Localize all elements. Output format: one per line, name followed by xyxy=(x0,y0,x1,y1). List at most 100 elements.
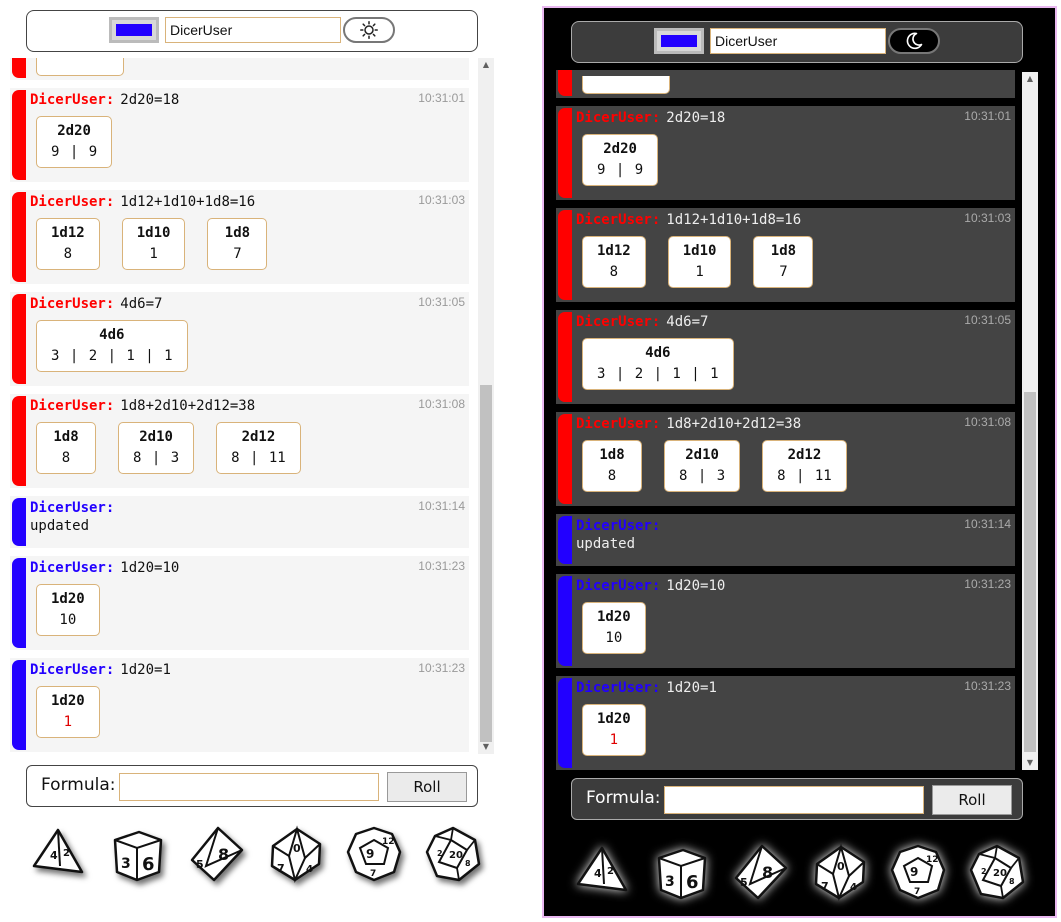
message-username: DicerUser: xyxy=(30,398,115,414)
message-timestamp: 10:31:03 xyxy=(418,193,465,207)
scroll-up-arrow-icon[interactable]: ▲ xyxy=(478,58,494,72)
message-color-bar xyxy=(558,312,572,402)
dice-result-card: 1d10 1 xyxy=(121,218,186,270)
message-item: DicerUser: 1d20=10 10:31:23 1d20 10 xyxy=(556,574,1015,668)
message-color-bar xyxy=(558,576,572,666)
d12-icon[interactable]: 9 12 7 xyxy=(346,826,402,882)
svg-text:7: 7 xyxy=(914,887,920,897)
message-color-bar xyxy=(12,90,26,180)
dice-result-values: 8 xyxy=(607,468,617,484)
message-username: DicerUser: xyxy=(576,680,661,696)
message-item: DicerUser: 1d12+1d10+1d8=16 10:31:03 1d12 8 1… xyxy=(556,208,1015,302)
username-input[interactable] xyxy=(165,17,341,43)
dice-result-card: 4d6 3 | 2 | 1 | 1 xyxy=(582,338,734,390)
dice-results-row: 1d12 8 1d10 1 1d8 7 xyxy=(582,236,814,288)
roll-log-scrollbar[interactable]: ▲ ▼ xyxy=(1022,72,1038,770)
message-formula-result: 4d6=7 xyxy=(120,296,163,312)
dice-result-title: 1d12 xyxy=(51,225,85,241)
svg-text:6: 6 xyxy=(686,872,699,893)
dice-result-card: 1d10 1 xyxy=(667,236,732,288)
svg-text:2: 2 xyxy=(607,866,614,877)
svg-text:5: 5 xyxy=(196,858,204,871)
message-color-bar xyxy=(12,294,26,384)
d8-icon[interactable]: 58 xyxy=(188,826,244,882)
message-timestamp: 10:31:08 xyxy=(418,397,465,411)
message-formula-result: 1d8+2d10+2d12=38 xyxy=(666,416,802,432)
roll-button[interactable]: Roll xyxy=(932,785,1012,815)
formula-input[interactable] xyxy=(664,786,924,814)
message-line: DicerUser: 1d20=10 xyxy=(30,560,179,576)
svg-text:7: 7 xyxy=(277,862,285,875)
dice-results-row: 1d12 8 1d10 1 1d8 7 xyxy=(36,218,268,270)
dice-result-title: 2d12 xyxy=(241,429,276,445)
message-color-bar xyxy=(558,70,572,96)
roll-log-scrollbar[interactable]: ▲ ▼ xyxy=(478,58,494,754)
message-line: DicerUser: 1d20=1 xyxy=(30,662,171,678)
roll-log[interactable]: DicerUser: 2d20=18 10:31:01 2d20 9 | 9 DicerU… xyxy=(10,58,471,754)
svg-text:20: 20 xyxy=(993,868,1007,879)
d6-icon[interactable]: 36 xyxy=(109,826,165,882)
dice-result-card: 1d8 8 xyxy=(582,440,642,492)
d4-icon[interactable]: 42 xyxy=(574,844,630,900)
message-item: DicerUser: 1d12+1d10+1d8=16 10:31:03 1d12 8 1… xyxy=(10,190,469,284)
message-timestamp: 10:31:14 xyxy=(964,517,1011,531)
dice-result-values: 8 | 11 xyxy=(777,468,832,484)
message-username: DicerUser: xyxy=(30,92,115,108)
message-formula-result: 1d20=10 xyxy=(666,578,726,594)
message-username: DicerUser: xyxy=(576,314,661,330)
d4-icon[interactable]: 42 xyxy=(30,826,86,882)
d8-icon[interactable]: 58 xyxy=(732,844,788,900)
scroll-down-arrow-icon[interactable]: ▼ xyxy=(1022,756,1038,770)
svg-text:5: 5 xyxy=(740,876,748,889)
d10-icon[interactable]: 07 4 xyxy=(267,825,323,884)
dice-result-title: 1d12 xyxy=(597,243,631,259)
user-color-picker[interactable] xyxy=(109,17,159,43)
d6-icon[interactable]: 36 xyxy=(653,844,709,900)
dice-result-title: 1d20 xyxy=(597,711,631,727)
roll-log[interactable]: DicerUser: 2d20=18 10:31:01 2d20 9 | 9 DicerU… xyxy=(556,70,1015,770)
message-formula-result: 1d20=10 xyxy=(120,560,180,576)
scrollbar-thumb[interactable] xyxy=(1024,392,1036,752)
svg-text:4: 4 xyxy=(850,882,857,893)
scrollbar-thumb[interactable] xyxy=(480,385,492,742)
message-line: DicerUser: 2d20=18 xyxy=(576,110,725,126)
theme-toggle[interactable] xyxy=(343,17,395,43)
message-line: DicerUser: 4d6=7 xyxy=(576,314,708,330)
dice-result-title: 1d10 xyxy=(136,225,171,241)
message-formula-result: 1d12+1d10+1d8=16 xyxy=(666,212,802,228)
message-line: DicerUser: 1d8+2d10+2d12=38 xyxy=(30,398,255,414)
dice-result-title: 4d6 xyxy=(99,327,125,343)
message-timestamp: 10:31:01 xyxy=(964,109,1011,123)
dice-result-card: 1d12 8 xyxy=(582,236,646,288)
svg-text:3: 3 xyxy=(665,874,675,890)
svg-text:20: 20 xyxy=(449,850,463,861)
username-input[interactable] xyxy=(710,28,886,54)
d20-icon[interactable]: 20 2 8 xyxy=(425,826,481,882)
dice-result-values: 8 xyxy=(63,246,73,262)
message-timestamp: 10:31:23 xyxy=(418,559,465,573)
message-timestamp: 10:31:14 xyxy=(418,499,465,513)
svg-text:4: 4 xyxy=(306,864,313,875)
user-color-picker[interactable] xyxy=(654,28,704,54)
message-note: updated xyxy=(30,518,90,534)
dice-results-row: 1d8 8 2d10 8 | 3 2d12 8 | 11 xyxy=(36,422,301,474)
d10-icon[interactable]: 07 4 xyxy=(811,843,867,902)
dice-result-values: 10 xyxy=(59,612,77,628)
svg-text:2: 2 xyxy=(437,849,443,858)
message-color-bar xyxy=(12,498,26,546)
scroll-up-arrow-icon[interactable]: ▲ xyxy=(1022,72,1038,86)
svg-text:2: 2 xyxy=(981,867,987,876)
dice-result-title: 2d10 xyxy=(139,429,173,445)
d20-icon[interactable]: 20 2 8 xyxy=(969,844,1025,900)
d12-icon[interactable]: 9 12 7 xyxy=(890,844,946,900)
roll-button[interactable]: Roll xyxy=(387,772,467,802)
formula-input[interactable] xyxy=(119,773,379,801)
scroll-down-arrow-icon[interactable]: ▼ xyxy=(478,740,494,754)
svg-text:8: 8 xyxy=(218,845,229,864)
message-formula-result: 1d8+2d10+2d12=38 xyxy=(120,398,256,414)
dice-result-card: 2d12 8 | 11 xyxy=(762,440,847,492)
dice-results-row: 1d20 10 xyxy=(36,584,100,636)
message-line: DicerUser: 1d8+2d10+2d12=38 xyxy=(576,416,801,432)
dice-result-card: 1d20 1 xyxy=(36,686,100,738)
theme-toggle[interactable] xyxy=(888,28,940,54)
